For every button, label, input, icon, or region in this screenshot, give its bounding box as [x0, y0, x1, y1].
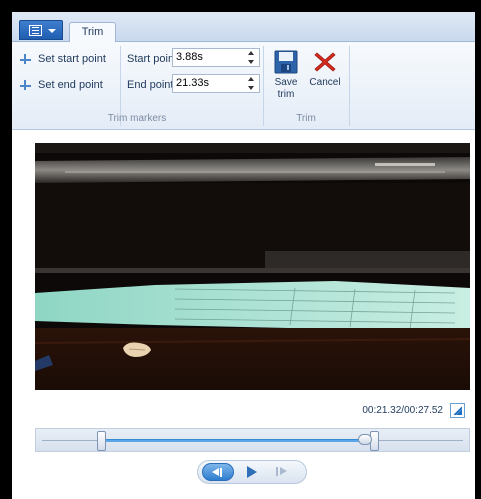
- tab-trim[interactable]: Trim: [69, 22, 116, 43]
- save-trim-label-2: trim: [277, 89, 295, 100]
- cancel-button[interactable]: Cancel: [305, 48, 345, 108]
- cancel-label: Cancel: [309, 77, 341, 88]
- play-button[interactable]: [242, 463, 262, 481]
- red-x-icon: [314, 52, 336, 72]
- spinner-arrows-icon[interactable]: [248, 77, 255, 90]
- save-trim-button[interactable]: Save trim: [268, 48, 304, 108]
- playhead-thumb[interactable]: [358, 434, 373, 445]
- marker-start-icon: [20, 54, 34, 64]
- floppy-disk-icon: [274, 50, 298, 74]
- set-end-point-label: Set end point: [38, 79, 103, 91]
- end-point-spinner[interactable]: 21.33s: [172, 74, 260, 93]
- document-menu-icon: [29, 25, 42, 36]
- set-start-point-button[interactable]: Set start point: [20, 50, 106, 68]
- timecode-display: 00:21.32/00:27.52: [362, 405, 443, 416]
- spinner-arrows-icon[interactable]: [248, 51, 255, 64]
- expand-icon[interactable]: [450, 403, 465, 418]
- trim-range-fill: [101, 439, 369, 442]
- group-label-trim: Trim: [296, 113, 316, 124]
- marker-end-icon: [20, 80, 34, 90]
- start-point-spinner[interactable]: 3.88s: [172, 48, 260, 67]
- end-point-value: 21.33s: [176, 77, 210, 89]
- set-end-point-button[interactable]: Set end point: [20, 76, 103, 94]
- save-trim-label-1: Save: [274, 77, 298, 88]
- trim-start-handle[interactable]: [97, 431, 107, 451]
- app-menu-button[interactable]: [19, 20, 63, 40]
- set-start-point-label: Set start point: [38, 53, 106, 65]
- ribbon-divider: [349, 46, 350, 126]
- trim-window: Trim Set start point Set end point Start…: [12, 12, 475, 499]
- start-point-value: 3.88s: [176, 51, 203, 63]
- previous-frame-button[interactable]: [202, 463, 234, 481]
- trim-slider[interactable]: [35, 428, 470, 452]
- video-preview[interactable]: [35, 143, 470, 390]
- group-label-trim-markers: Trim markers: [107, 113, 167, 124]
- video-frame: [35, 143, 470, 390]
- chevron-down-icon: [48, 29, 56, 33]
- ribbon-tab-strip: Trim: [12, 12, 475, 43]
- end-point-label: End point:: [127, 79, 177, 91]
- next-frame-button[interactable]: [271, 463, 293, 481]
- playback-controls: [197, 460, 307, 484]
- ribbon: Set start point Set end point Start poin…: [12, 42, 475, 130]
